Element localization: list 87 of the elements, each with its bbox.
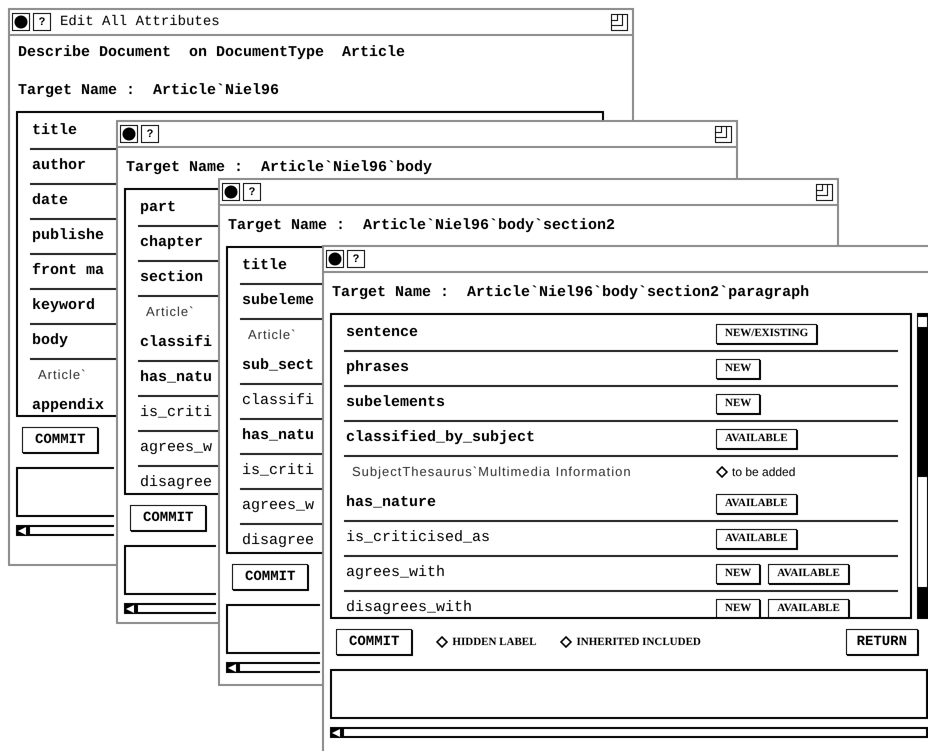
attribute-label: front ma (31, 261, 104, 282)
attribute-label: has_natu (139, 368, 212, 388)
commit-button[interactable]: COMMIT (22, 427, 98, 453)
attribute-label: title (241, 256, 288, 276)
close-button[interactable] (222, 183, 240, 201)
circle-icon (224, 185, 238, 199)
help-button[interactable]: ? (141, 125, 159, 143)
close-button[interactable] (326, 250, 344, 268)
target-name: Target Name : Article`Niel96 (17, 80, 280, 101)
radio-diamond[interactable] (716, 466, 728, 478)
commit-button[interactable]: COMMIT (336, 629, 412, 655)
attribute-label: subeleme (241, 291, 314, 312)
choice-label: to be added (732, 464, 796, 481)
radio-diamond[interactable] (560, 636, 572, 648)
help-button[interactable]: ? (347, 250, 365, 268)
option-button[interactable]: NEW (716, 358, 760, 378)
return-button[interactable]: RETURN (846, 629, 918, 655)
attribute-label: section (139, 268, 204, 288)
attribute-label: author (31, 156, 86, 176)
attribute-label: disagree (139, 473, 212, 493)
help-button[interactable]: ? (33, 13, 51, 31)
window-title: Edit All Attributes (60, 12, 220, 32)
attribute-label: part (139, 198, 176, 218)
attribute-label: chapter (139, 233, 204, 254)
left-arrow-icon (126, 604, 134, 612)
left-arrow-icon (228, 664, 236, 672)
left-arrow-icon (18, 526, 26, 534)
value-text: Article` (247, 326, 296, 344)
circle-icon (14, 15, 28, 29)
attribute-label: disagree (241, 531, 314, 552)
attribute-label: phrases (345, 358, 410, 378)
value-text: Article` (37, 366, 86, 384)
attribute-label: disagrees_with (345, 598, 474, 617)
option-button[interactable]: NEW (716, 564, 760, 584)
horizontal-scrollbar[interactable] (330, 727, 928, 738)
option-label: HIDDEN LABEL (452, 634, 536, 650)
close-button[interactable] (12, 13, 30, 31)
attribute-label: publishe (31, 226, 104, 246)
option-button[interactable]: AVAILABLE (716, 528, 797, 548)
attribute-label: has_natu (241, 426, 314, 446)
attribute-label: sub_sect (241, 356, 314, 376)
commit-button[interactable]: COMMIT (232, 564, 308, 590)
option-button[interactable]: AVAILABLE (716, 428, 797, 448)
attribute-label: body (31, 331, 68, 352)
help-button[interactable]: ? (243, 183, 261, 201)
circle-icon (122, 127, 136, 141)
attribute-label: is_criti (139, 403, 212, 424)
attribute-label: title (31, 121, 78, 142)
attribute-label: keyword (31, 296, 96, 316)
option-button[interactable]: NEW/EXISTING (716, 324, 818, 344)
attribute-label: agrees_with (345, 563, 446, 584)
attribute-label: appendix (31, 396, 104, 415)
value-text: SubjectThesaurus`Multimedia Information (351, 463, 633, 482)
attribute-label: sentence (345, 323, 420, 344)
heading-text: Describe Document on DocumentType Article (17, 43, 406, 64)
maximize-icon[interactable] (715, 126, 732, 142)
attribute-label: classified_by_subject (345, 428, 536, 448)
attribute-label: is_criticised_as (345, 528, 492, 548)
option-button[interactable]: AVAILABLE (768, 564, 849, 584)
circle-icon (328, 252, 342, 266)
target-name: Target Name : Article`Niel96`body`section2`paragraph (331, 282, 810, 303)
option-button[interactable]: AVAILABLE (716, 494, 797, 514)
attribute-label: agrees_w (241, 496, 314, 516)
commit-button[interactable]: COMMIT (130, 505, 206, 531)
attribute-label: agrees_w (139, 438, 212, 458)
horizontal-scrollbar[interactable] (226, 662, 320, 673)
left-arrow-icon (332, 728, 340, 736)
close-button[interactable] (120, 125, 138, 143)
attribute-label: is_criti (241, 461, 314, 482)
horizontal-scrollbar[interactable] (16, 525, 114, 536)
maximize-icon[interactable] (816, 184, 833, 200)
option-button[interactable]: NEW (716, 598, 760, 617)
target-name: Target Name : Article`Niel96`body`section2 (227, 216, 616, 236)
attribute-label: has_nature (345, 493, 438, 514)
attribute-label: date (31, 191, 68, 212)
attribute-label: classifi (241, 391, 314, 412)
value-text: Article` (145, 303, 194, 322)
horizontal-scrollbar[interactable] (124, 603, 216, 614)
target-name: Target Name : Article`Niel96`body (125, 158, 432, 178)
vertical-scrollbar[interactable] (917, 313, 928, 619)
option-label: INHERITED INCLUDED (576, 634, 701, 650)
attribute-label: subelements (345, 393, 446, 414)
option-button[interactable]: AVAILABLE (768, 598, 849, 617)
maximize-icon[interactable] (611, 14, 628, 30)
attribute-label: classifi (139, 333, 212, 354)
radio-diamond[interactable] (436, 636, 448, 648)
option-button[interactable]: NEW (716, 394, 760, 414)
